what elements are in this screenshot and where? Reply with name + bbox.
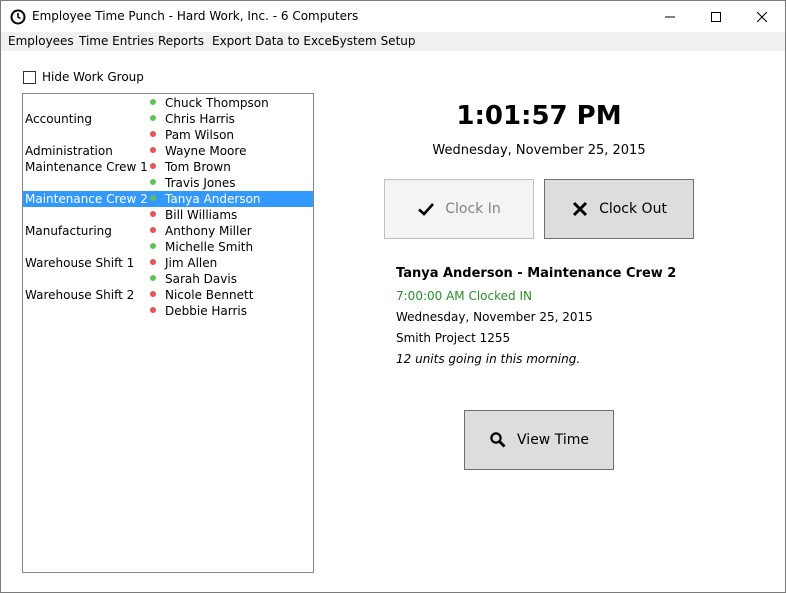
current-time: 1:01:57 PM xyxy=(456,101,622,131)
menu-reports[interactable]: Reports xyxy=(158,34,204,48)
work-group-label: Administration xyxy=(25,144,113,158)
status-in-icon xyxy=(150,275,156,281)
work-group-label: Maintenance Crew 2 xyxy=(25,192,148,206)
employee-name: Wayne Moore xyxy=(165,144,247,158)
employee-name: Tanya Anderson xyxy=(165,192,261,206)
employee-name: Michelle Smith xyxy=(165,240,254,254)
status-out-icon xyxy=(150,291,156,297)
employee-name: Chris Harris xyxy=(165,112,235,126)
employee-list[interactable]: Chuck Thompson Accounting Chris Harris Pam … xyxy=(22,93,314,573)
employee-name: Sarah Davis xyxy=(165,272,237,286)
employee-name: Bill Williams xyxy=(165,208,238,222)
clock-out-button[interactable]: Clock Out xyxy=(544,179,694,239)
list-item[interactable]: Bill Williams xyxy=(23,207,313,223)
menu-system-setup[interactable]: System Setup xyxy=(332,34,416,48)
detail-status: 7:00:00 AM Clocked IN xyxy=(396,289,532,303)
work-group-label: Accounting xyxy=(25,112,93,126)
menu-bar: Employees Time Entries Reports Export Da… xyxy=(1,32,785,51)
list-item[interactable]: Administration Wayne Moore xyxy=(23,143,313,159)
detail-date: Wednesday, November 25, 2015 xyxy=(396,310,593,324)
x-icon xyxy=(573,201,588,217)
menu-employees[interactable]: Employees xyxy=(8,34,74,48)
list-item[interactable]: Michelle Smith xyxy=(23,239,313,255)
detail-employee-title: Tanya Anderson - Maintenance Crew 2 xyxy=(396,266,677,281)
maximize-button[interactable] xyxy=(693,1,739,32)
work-group-label: Warehouse Shift 1 xyxy=(25,256,135,270)
work-group-label: Maintenance Crew 1 xyxy=(25,160,148,174)
employee-name: Travis Jones xyxy=(165,176,236,190)
status-in-icon xyxy=(150,115,156,121)
work-group-label: Warehouse Shift 2 xyxy=(25,288,135,302)
status-out-icon xyxy=(150,227,156,233)
detail-project: Smith Project 1255 xyxy=(396,331,511,345)
title-bar: Employee Time Punch - Hard Work, Inc. - … xyxy=(1,1,785,32)
status-out-icon xyxy=(150,163,156,169)
view-time-label: View Time xyxy=(517,432,589,448)
status-out-icon xyxy=(150,259,156,265)
menu-time-entries[interactable]: Time Entries xyxy=(79,34,154,48)
clock-out-label: Clock Out xyxy=(599,201,667,217)
status-in-icon xyxy=(150,195,156,201)
minimize-icon xyxy=(665,16,675,17)
work-group-label: Manufacturing xyxy=(25,224,112,238)
clock-in-label: Clock In xyxy=(445,201,501,217)
close-button[interactable] xyxy=(739,1,785,32)
list-item[interactable]: Sarah Davis xyxy=(23,271,313,287)
list-item[interactable]: Maintenance Crew 1 Tom Brown xyxy=(23,159,313,175)
clock-in-button[interactable]: Clock In xyxy=(384,179,534,239)
list-item[interactable]: Debbie Harris xyxy=(23,303,313,319)
maximize-icon xyxy=(711,11,721,22)
status-out-icon xyxy=(150,131,156,137)
hide-work-group-checkbox[interactable] xyxy=(23,70,36,84)
employee-name: Anthony Miller xyxy=(165,224,252,238)
clock-icon xyxy=(10,9,26,25)
status-out-icon xyxy=(150,211,156,217)
window-title: Employee Time Punch - Hard Work, Inc. - … xyxy=(32,9,359,23)
minimize-button[interactable] xyxy=(647,1,693,32)
employee-name: Nicole Bennett xyxy=(165,288,254,302)
close-icon xyxy=(757,11,767,22)
detail-note: 12 units going in this morning. xyxy=(396,352,581,366)
status-out-icon xyxy=(150,307,156,313)
hide-work-group-label: Hide Work Group xyxy=(42,70,144,84)
employee-name: Jim Allen xyxy=(165,256,218,270)
check-icon xyxy=(418,203,435,216)
magnifier-icon xyxy=(490,432,506,448)
status-in-icon xyxy=(150,243,156,249)
current-date: Wednesday, November 25, 2015 xyxy=(432,143,646,158)
list-item[interactable]: Pam Wilson xyxy=(23,127,313,143)
app-window: Employee Time Punch - Hard Work, Inc. - … xyxy=(0,0,786,593)
list-item[interactable]: Travis Jones xyxy=(23,175,313,191)
menu-export-data[interactable]: Export Data to Excel xyxy=(212,34,335,48)
hide-work-group-toggle[interactable]: Hide Work Group xyxy=(23,70,144,84)
list-item[interactable]: Chuck Thompson xyxy=(23,95,313,111)
status-in-icon xyxy=(150,99,156,105)
employee-name: Chuck Thompson xyxy=(165,96,269,110)
status-out-icon xyxy=(150,147,156,153)
employee-name: Debbie Harris xyxy=(165,304,248,318)
employee-name: Pam Wilson xyxy=(165,128,235,142)
status-in-icon xyxy=(150,179,156,185)
list-item[interactable]: Warehouse Shift 1 Jim Allen xyxy=(23,255,313,271)
list-item[interactable]: Warehouse Shift 2 Nicole Bennett xyxy=(23,287,313,303)
view-time-button[interactable]: View Time xyxy=(464,410,614,470)
employee-name: Tom Brown xyxy=(165,160,231,174)
list-item[interactable]: Maintenance Crew 2 Tanya Anderson xyxy=(23,191,313,207)
list-item[interactable]: Manufacturing Anthony Miller xyxy=(23,223,313,239)
list-item[interactable]: Accounting Chris Harris xyxy=(23,111,313,127)
